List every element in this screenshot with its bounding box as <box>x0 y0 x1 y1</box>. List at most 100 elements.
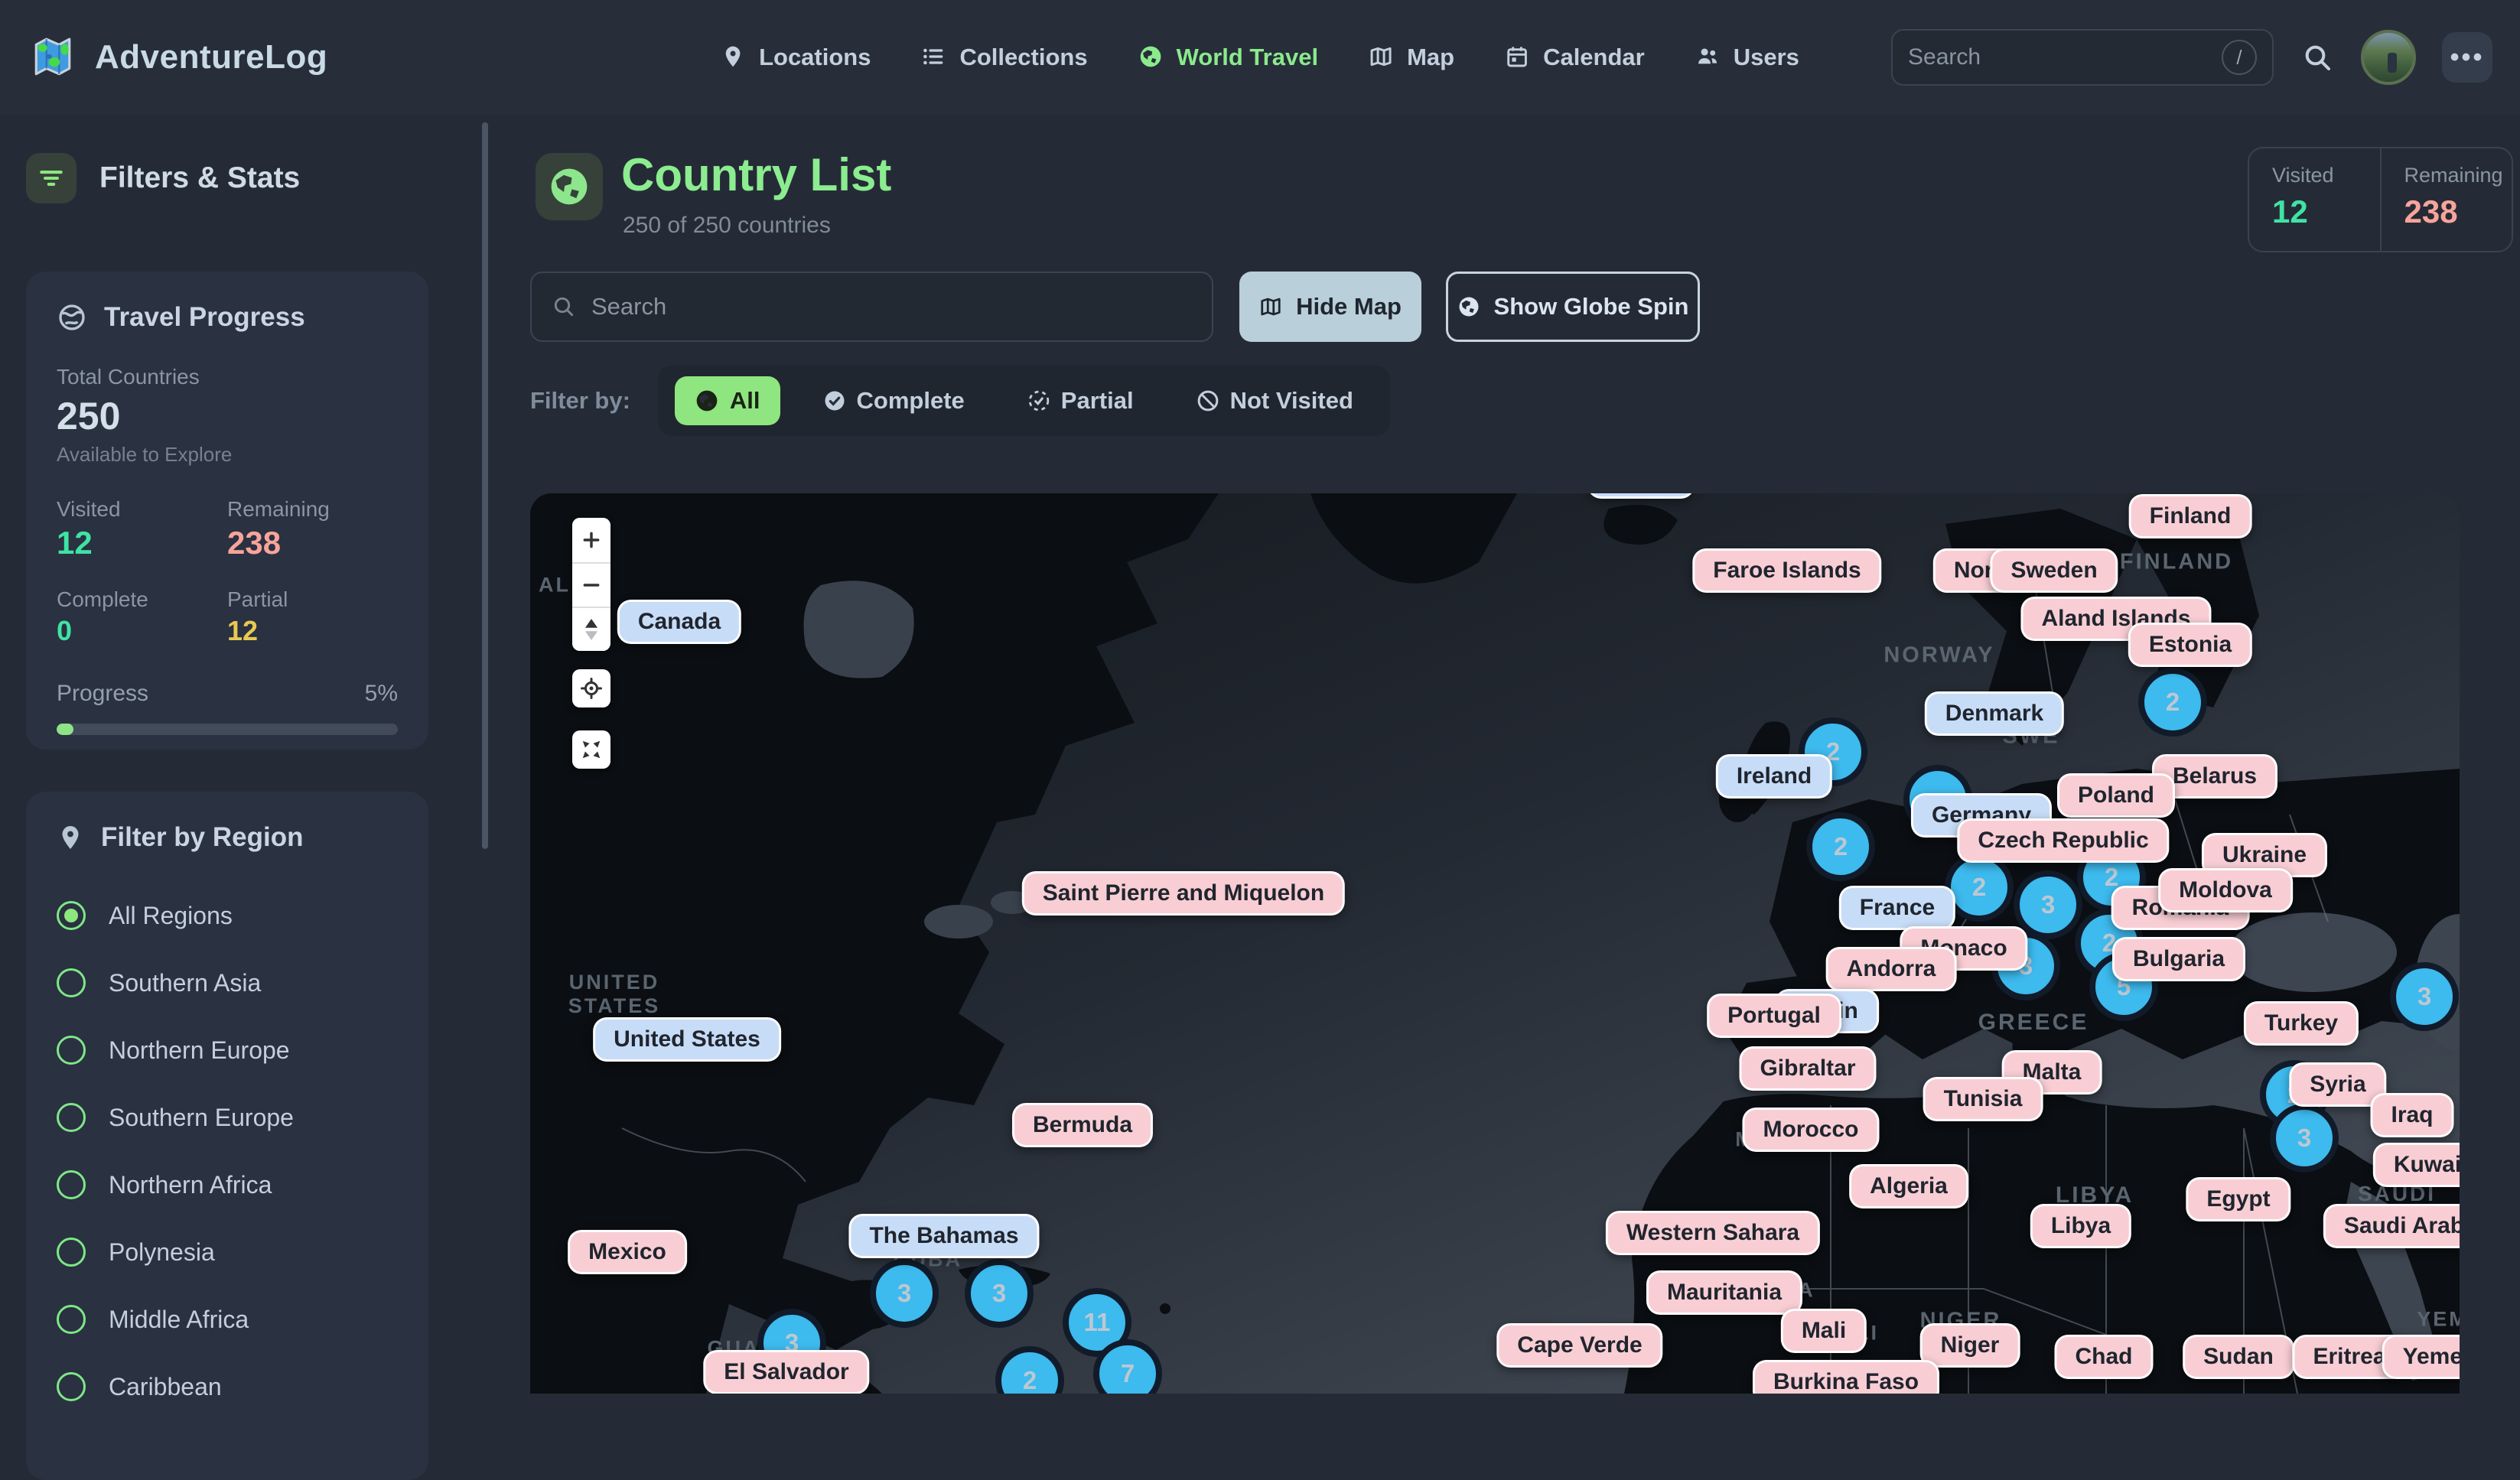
nav-item-world-travel[interactable]: World Travel <box>1138 44 1319 71</box>
country-pill-morocco[interactable]: Morocco <box>1742 1108 1879 1152</box>
filter-chip-complete[interactable]: Complete <box>803 376 985 425</box>
avatar[interactable] <box>2361 30 2416 85</box>
country-pill-canada[interactable]: Canada <box>617 600 741 644</box>
country-pill-andorra[interactable]: Andorra <box>1826 947 1957 991</box>
country-pill-turkey[interactable]: Turkey <box>2244 1001 2359 1046</box>
zoom-out-button[interactable] <box>572 562 610 607</box>
country-pill-ireland[interactable]: Ireland <box>1716 754 1832 799</box>
region-option-label: Caribbean <box>109 1373 222 1401</box>
filter-chip-partial[interactable]: Partial <box>1008 376 1154 425</box>
radio-unchecked[interactable] <box>57 1036 86 1065</box>
map-cluster-marker[interactable]: 3 <box>2270 1104 2339 1173</box>
region-option-northern-europe[interactable]: Northern Europe <box>57 1016 398 1084</box>
country-pill-sweden[interactable]: Sweden <box>1990 548 2118 593</box>
country-pill-moldova[interactable]: Moldova <box>2158 868 2293 912</box>
region-option-middle-africa[interactable]: Middle Africa <box>57 1286 398 1353</box>
sidebar-title: Filters & Stats <box>99 161 300 195</box>
region-option-polynesia[interactable]: Polynesia <box>57 1218 398 1286</box>
zoom-in-button[interactable] <box>572 518 610 562</box>
radio-checked[interactable] <box>57 901 86 930</box>
filter-chip-not-visited[interactable]: Not Visited <box>1177 376 1373 425</box>
country-search-input[interactable] <box>591 293 1192 320</box>
country-pill-mexico[interactable]: Mexico <box>568 1230 687 1274</box>
progress-bar <box>57 724 398 735</box>
nav-item-calendar[interactable]: Calendar <box>1505 44 1645 71</box>
country-pill-burkina-faso[interactable]: Burkina Faso <box>1753 1360 1939 1394</box>
fullscreen-button[interactable] <box>572 730 610 769</box>
map-cluster-marker[interactable]: 3 <box>965 1259 1034 1328</box>
country-pill-kuwait[interactable]: Kuwait <box>2373 1143 2460 1187</box>
region-option-all-regions[interactable]: All Regions <box>57 882 398 949</box>
hide-map-button[interactable]: Hide Map <box>1239 272 1421 342</box>
country-pill-estonia[interactable]: Estonia <box>2128 623 2252 667</box>
radio-unchecked[interactable] <box>57 1103 86 1132</box>
country-pill-sudan[interactable]: Sudan <box>2183 1335 2294 1379</box>
country-pill-iraq[interactable]: Iraq <box>2370 1093 2453 1137</box>
country-pill-yemen[interactable]: Yemen <box>2382 1335 2460 1379</box>
country-pill-tunisia[interactable]: Tunisia <box>1923 1077 2043 1121</box>
sidebar-scrollbar[interactable] <box>482 122 488 849</box>
filter-icon[interactable] <box>26 153 77 203</box>
filter-chip-group: All Complete Partial Not Visited <box>658 366 1390 436</box>
country-pill-finland[interactable]: Finland <box>2129 494 2252 538</box>
country-pill-united-states[interactable]: United States <box>593 1017 781 1062</box>
country-pill-saudi-arabia[interactable]: Saudi Arabia <box>2323 1204 2460 1248</box>
country-pill-niger[interactable]: Niger <box>1920 1323 2020 1368</box>
country-pill-clipped[interactable] <box>1587 493 1695 499</box>
country-pill-algeria[interactable]: Algeria <box>1849 1164 1968 1208</box>
compass-pitch-control[interactable] <box>572 607 610 651</box>
country-pill-el-salvador[interactable]: El Salvador <box>703 1350 869 1394</box>
country-pill-gibraltar[interactable]: Gibraltar <box>1739 1046 1876 1091</box>
world-map[interactable]: UNITED STATESCUBAGUAALNORWAYSWEFINLANDGR… <box>530 493 2460 1394</box>
country-pill-france[interactable]: France <box>1839 886 1955 930</box>
country-pill-portugal[interactable]: Portugal <box>1707 994 1841 1038</box>
country-pill-mauritania[interactable]: Mauritania <box>1646 1270 1802 1315</box>
radio-unchecked[interactable] <box>57 1238 86 1267</box>
radio-unchecked[interactable] <box>57 968 86 997</box>
globe-icon <box>1457 295 1480 318</box>
main-content: Country List 250 of 250 countries Visite… <box>505 115 2520 1394</box>
map-cluster-marker[interactable]: 3 <box>870 1259 939 1328</box>
country-pill-the-bahamas[interactable]: The Bahamas <box>848 1214 1039 1258</box>
country-pill-libya[interactable]: Libya <box>2030 1204 2131 1248</box>
radio-unchecked[interactable] <box>57 1305 86 1334</box>
radio-unchecked[interactable] <box>57 1372 86 1401</box>
region-option-southern-asia[interactable]: Southern Asia <box>57 949 398 1016</box>
filter-chip-all[interactable]: All <box>675 376 780 425</box>
locate-button[interactable] <box>572 669 610 707</box>
map-cluster-marker[interactable]: 3 <box>2390 962 2459 1031</box>
nav-item-map[interactable]: Map <box>1369 44 1454 71</box>
nav-item-collections[interactable]: Collections <box>921 44 1087 71</box>
region-option-caribbean[interactable]: Caribbean <box>57 1353 398 1420</box>
search-icon[interactable] <box>2300 40 2335 75</box>
region-filter-title: Filter by Region <box>101 822 303 853</box>
country-pill-saint-pierre-and-miquelon[interactable]: Saint Pierre and Miquelon <box>1022 871 1345 916</box>
show-globe-spin-button[interactable]: Show Globe Spin <box>1446 272 1700 342</box>
nav-item-users[interactable]: Users <box>1695 44 1799 71</box>
map-cluster-marker[interactable]: 2 <box>2138 668 2207 737</box>
globe-icon <box>695 389 719 413</box>
country-pill-bermuda[interactable]: Bermuda <box>1012 1103 1153 1147</box>
country-pill-czech-republic[interactable]: Czech Republic <box>1957 818 2169 863</box>
country-pill-cape-verde[interactable]: Cape Verde <box>1496 1323 1662 1368</box>
country-pill-mali[interactable]: Mali <box>1781 1309 1867 1353</box>
map-cluster-marker[interactable]: 3 <box>2014 870 2082 939</box>
country-pill-western-sahara[interactable]: Western Sahara <box>1606 1211 1820 1255</box>
country-pill-chad[interactable]: Chad <box>2055 1335 2154 1379</box>
travel-progress-header: Travel Progress <box>57 302 398 333</box>
map-cluster-marker[interactable]: 2 <box>1806 812 1875 881</box>
region-option-southern-europe[interactable]: Southern Europe <box>57 1084 398 1151</box>
brand[interactable]: AdventureLog <box>31 35 327 80</box>
navbar-search-input[interactable] <box>1908 44 2208 70</box>
more-menu-button[interactable]: ••• <box>2442 32 2492 83</box>
country-search[interactable] <box>530 272 1213 342</box>
region-option-northern-africa[interactable]: Northern Africa <box>57 1151 398 1218</box>
radio-unchecked[interactable] <box>57 1170 86 1199</box>
country-pill-denmark[interactable]: Denmark <box>1925 691 2064 736</box>
country-pill-faroe-islands[interactable]: Faroe Islands <box>1692 548 1881 593</box>
nav-item-locations[interactable]: Locations <box>721 44 871 71</box>
country-pill-poland[interactable]: Poland <box>2057 773 2175 818</box>
country-pill-egypt[interactable]: Egypt <box>2186 1177 2290 1221</box>
navbar-search[interactable]: / <box>1891 29 2274 86</box>
country-pill-bulgaria[interactable]: Bulgaria <box>2112 937 2245 981</box>
